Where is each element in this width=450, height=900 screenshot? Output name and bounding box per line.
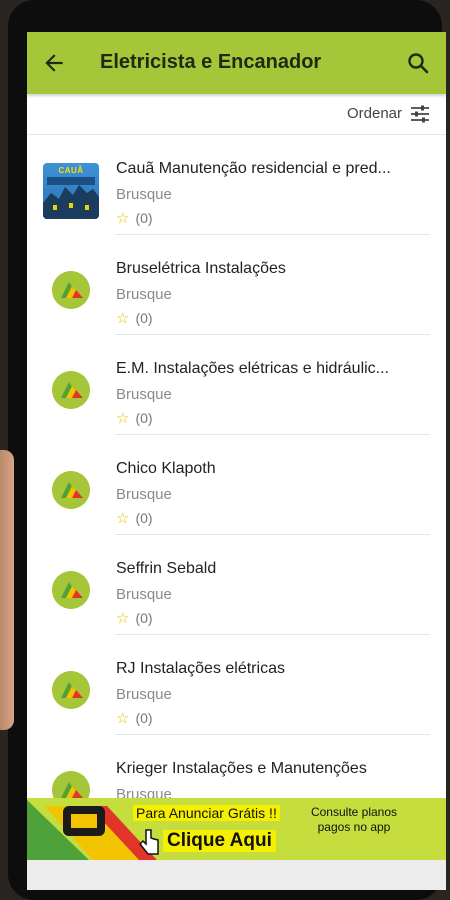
star-icon: ☆: [116, 610, 130, 627]
banner-side-text: Consulte planos pagos no app: [310, 805, 398, 834]
system-nav-bar: [27, 860, 446, 890]
banner-cta[interactable]: Clique Aqui: [163, 830, 276, 852]
rating-count: (0): [135, 510, 153, 526]
listing-city: Brusque: [116, 486, 172, 503]
listing-rating: ☆ (0): [116, 609, 153, 627]
business-logo: CAUÃ: [43, 163, 99, 219]
listing-city: Brusque: [116, 186, 172, 203]
listing-name: RJ Instalações elétricas: [116, 660, 285, 677]
default-avatar-icon: [52, 371, 90, 409]
banner-line1: Para Anunciar Grátis !!: [133, 805, 280, 821]
listing-name: Krieger Instalações e Manutenções: [116, 760, 367, 777]
listing-city: Brusque: [116, 686, 172, 703]
search-icon[interactable]: [406, 51, 430, 75]
rating-count: (0): [135, 710, 153, 726]
listing-list: CAUÃ Cauã Manutenção residencial e pred.…: [27, 135, 446, 835]
app-bar: Eletricista e Encanador: [27, 32, 446, 94]
star-icon: ☆: [116, 710, 130, 727]
pointer-hand-icon: [139, 829, 159, 855]
hand-thumb: [0, 450, 14, 730]
listing-rating: ☆ (0): [116, 409, 153, 427]
default-avatar-icon: [52, 471, 90, 509]
sort-bar: Ordenar: [27, 94, 446, 135]
star-icon: ☆: [116, 210, 130, 227]
sort-button[interactable]: Ordenar: [347, 105, 402, 122]
listing-rating: ☆ (0): [116, 509, 153, 527]
listing-rating: ☆ (0): [116, 709, 153, 727]
listing-name: Seffrin Sebald: [116, 560, 217, 577]
star-icon: ☆: [116, 510, 130, 527]
back-arrow-icon[interactable]: [41, 50, 67, 76]
list-item[interactable]: Seffrin Sebald Brusque ☆ (0): [27, 535, 446, 635]
phone-frame: Eletricista e Encanador Ordenar CAUÃ Cau…: [8, 0, 446, 900]
listing-name: Bruselétrica Instalações: [116, 260, 286, 277]
list-item[interactable]: CAUÃ Cauã Manutenção residencial e pred.…: [27, 135, 446, 235]
rating-count: (0): [135, 210, 153, 226]
star-icon: ☆: [116, 310, 130, 327]
list-item[interactable]: Chico Klapoth Brusque ☆ (0): [27, 435, 446, 535]
list-item[interactable]: E.M. Instalações elétricas e hidráulic..…: [27, 335, 446, 435]
listing-rating: ☆ (0): [116, 309, 153, 327]
list-item[interactable]: Bruselétrica Instalações Brusque ☆ (0): [27, 235, 446, 335]
page-title: Eletricista e Encanador: [100, 51, 322, 73]
listing-name: Chico Klapoth: [116, 460, 216, 477]
listing-city: Brusque: [116, 286, 172, 303]
rating-count: (0): [135, 310, 153, 326]
listing-name: E.M. Instalações elétricas e hidráulic..…: [116, 360, 390, 377]
app-screen: Eletricista e Encanador Ordenar CAUÃ Cau…: [27, 32, 446, 890]
listing-rating: ☆ (0): [116, 209, 153, 227]
default-avatar-icon: [52, 571, 90, 609]
rating-count: (0): [135, 410, 153, 426]
default-avatar-icon: [52, 271, 90, 309]
listing-city: Brusque: [116, 586, 172, 603]
listing-name: Cauã Manutenção residencial e pred...: [116, 160, 391, 177]
rating-count: (0): [135, 610, 153, 626]
filter-sliders-icon[interactable]: [410, 105, 430, 123]
advertise-banner[interactable]: Para Anunciar Grátis !! Clique Aqui Cons…: [27, 798, 446, 860]
list-item[interactable]: RJ Instalações elétricas Brusque ☆ (0): [27, 635, 446, 735]
default-avatar-icon: [52, 671, 90, 709]
star-icon: ☆: [116, 410, 130, 427]
listing-city: Brusque: [116, 386, 172, 403]
